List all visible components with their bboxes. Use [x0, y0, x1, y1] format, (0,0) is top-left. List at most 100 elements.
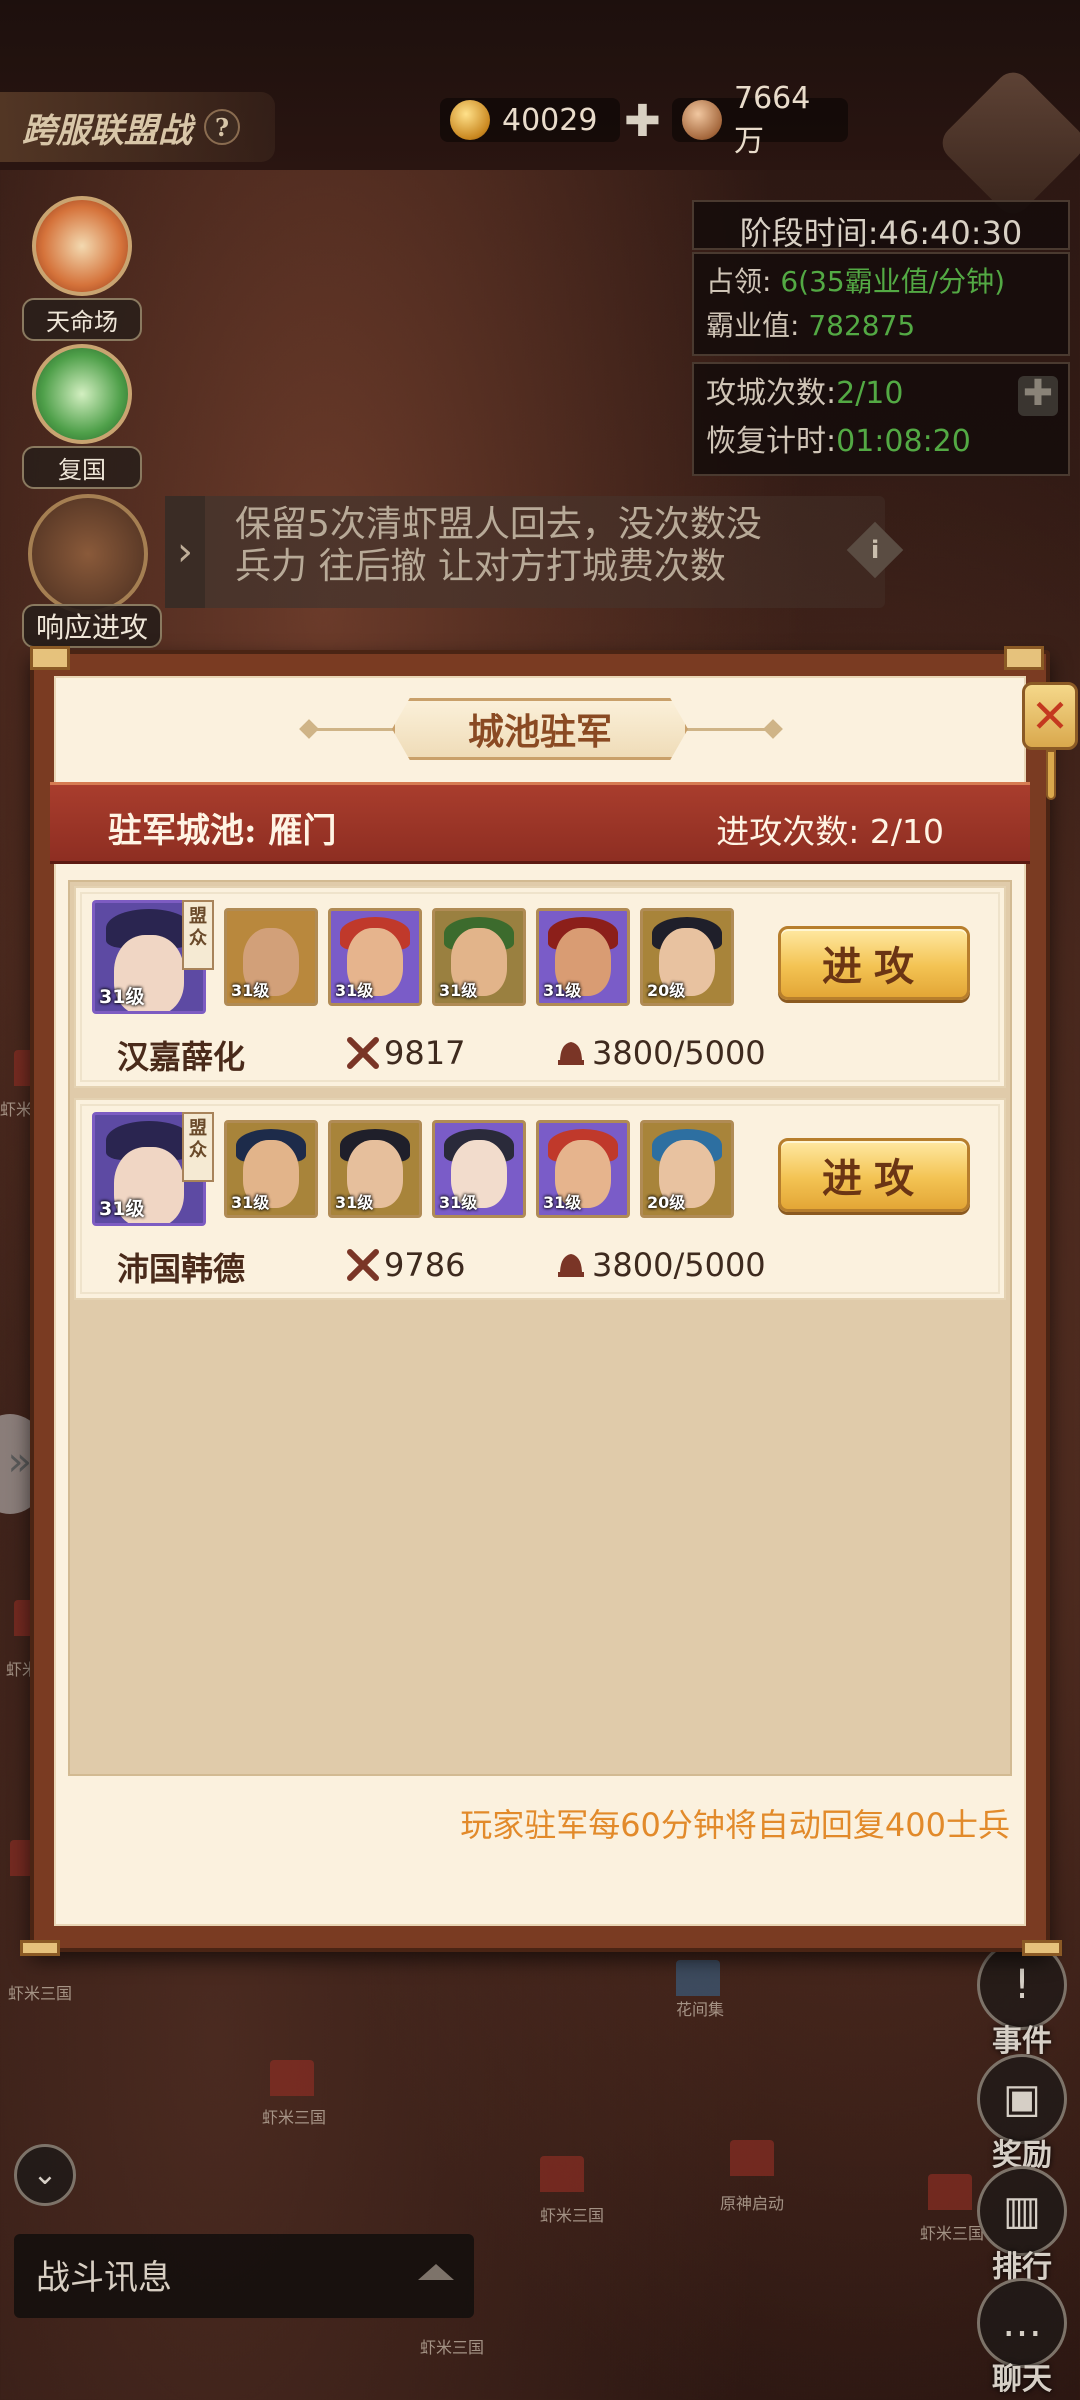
- city-info-band: 驻军城池: 雁门 进攻次数: 2/10: [50, 782, 1030, 864]
- help-button[interactable]: ?: [204, 109, 240, 145]
- combat-power: 9786: [346, 1246, 465, 1284]
- copper-counter: 7664万: [672, 81, 848, 159]
- corner-ornament: [30, 646, 70, 670]
- occupy-panel: 占领: 6(35霸业值/分钟) 霸业值: 782875: [692, 252, 1070, 356]
- map-city-label: 虾米三国: [540, 2206, 605, 2225]
- close-button-ribbon: [1046, 750, 1056, 800]
- hero-portrait[interactable]: 31级: [328, 908, 422, 1006]
- attack-times: 进攻次数: 2/10: [716, 812, 944, 851]
- phase-time: 阶段时间:46:40:30: [692, 200, 1070, 252]
- hero-portrait[interactable]: 31级: [328, 1120, 422, 1218]
- map-city-label: 虾米三国: [420, 2338, 485, 2357]
- helmet-icon: [558, 1042, 584, 1065]
- dialog-title: 城池驻军: [392, 698, 688, 760]
- hero-portrait[interactable]: 31级: [432, 908, 526, 1006]
- occupy-label: 占领:: [706, 265, 772, 298]
- attack-count-label: 攻城次数:: [706, 376, 837, 411]
- respond-attack-label[interactable]: 响应进攻: [22, 604, 162, 648]
- hero-portrait[interactable]: 31级: [432, 1120, 526, 1218]
- map-city-label: 花间集: [676, 2000, 725, 2019]
- hero-level: 31级: [543, 981, 582, 1000]
- hero-level: 31级: [231, 1193, 270, 1212]
- hero-level: 31级: [231, 981, 270, 1000]
- garrison-row: 31级 盟众 31级 31级 31级 31级 20级 进攻 汉嘉薛化 9817: [74, 886, 1006, 1088]
- corner-ornament: [1004, 646, 1044, 670]
- map-city[interactable]: [730, 2140, 774, 2176]
- troops-value: 3800/5000: [592, 1034, 766, 1072]
- hero-portrait[interactable]: 31级: [224, 1120, 318, 1218]
- map-city[interactable]: [928, 2174, 972, 2210]
- hero-level: 31级: [99, 986, 145, 1008]
- respond-attack-icon[interactable]: [28, 494, 148, 614]
- player-name: 汉嘉薛化: [116, 1038, 245, 1076]
- recovery-note: 玩家驻军每60分钟将自动回复400士兵: [460, 1806, 1010, 1844]
- helmet-icon: [558, 1254, 584, 1277]
- gold-ingot-icon: [450, 100, 490, 140]
- gold-counter: 40029: [440, 98, 620, 142]
- battle-info-bar[interactable]: 战斗讯息: [14, 2234, 474, 2318]
- attack-count-value: 2/10: [836, 376, 904, 411]
- nav-ranking[interactable]: ▥ 排行: [972, 2166, 1072, 2286]
- recover-label: 恢复计时:: [706, 424, 837, 459]
- hero-level: 31级: [543, 1193, 582, 1212]
- copper-amount: 7664万: [734, 80, 811, 159]
- map-city[interactable]: [540, 2156, 584, 2192]
- troop-count: 3800/5000: [554, 1034, 766, 1072]
- alliance-badge: 盟众: [182, 1112, 214, 1182]
- hero-level: 31级: [99, 1198, 145, 1220]
- crossed-swords-icon: [347, 1037, 379, 1069]
- close-icon: ✕: [1030, 689, 1070, 743]
- map-city-label: 虾米三国: [262, 2108, 327, 2127]
- map-city[interactable]: [270, 2060, 314, 2096]
- fate-arena-label: 天命场: [22, 298, 142, 341]
- score-value: 782875: [808, 309, 916, 342]
- power-value: 9817: [384, 1034, 466, 1072]
- collapse-chevron-icon[interactable]: ⌄: [14, 2144, 76, 2206]
- event-title: 跨服联盟战: [22, 110, 192, 151]
- restore-label: 复国: [22, 446, 142, 489]
- hero-portrait[interactable]: 31级: [536, 908, 630, 1006]
- power-value: 9786: [384, 1246, 466, 1284]
- notice-expand-arrow-icon[interactable]: ›: [165, 496, 205, 608]
- hero-portrait[interactable]: 31级: [224, 908, 318, 1006]
- troop-count: 3800/5000: [554, 1246, 766, 1284]
- hero-level: 20级: [647, 1193, 686, 1212]
- alliance-badge: 盟众: [182, 900, 214, 970]
- player-name: 沛国韩德: [116, 1250, 245, 1288]
- close-button[interactable]: ✕: [1022, 682, 1078, 750]
- fate-arena-icon: [32, 196, 132, 296]
- hero-level: 31级: [335, 981, 374, 1000]
- map-city-label: 原神启动: [720, 2194, 785, 2213]
- hero-level: 20级: [647, 981, 686, 1000]
- nav-events[interactable]: ! 事件: [972, 1940, 1072, 2060]
- hero-level: 31级: [439, 1193, 478, 1212]
- occupy-value: 6(35霸业值/分钟): [780, 265, 1006, 298]
- hero-level: 31级: [335, 1193, 374, 1212]
- add-currency-button[interactable]: ✚: [624, 96, 661, 147]
- hero-portrait[interactable]: 20级: [640, 1120, 734, 1218]
- side-icon-fate-arena[interactable]: 天命场: [22, 196, 142, 341]
- nav-chat-label: 聊天: [992, 2362, 1052, 2397]
- hero-portrait[interactable]: 20级: [640, 908, 734, 1006]
- restore-icon: [32, 344, 132, 444]
- event-title-plate: 跨服联盟战 ?: [0, 92, 275, 162]
- hero-level: 31级: [439, 981, 478, 1000]
- hero-portrait[interactable]: 31级: [536, 1120, 630, 1218]
- notice-line-2: 兵力 往后撤 让对方打城费次数: [235, 546, 726, 587]
- troops-value: 3800/5000: [592, 1246, 766, 1284]
- crossed-swords-icon: [347, 1249, 379, 1281]
- attack-button[interactable]: 进攻: [778, 926, 970, 1000]
- garrison-row: 31级 盟众 31级 31级 31级 31级 20级 进攻 沛国韩德 9786: [74, 1098, 1006, 1300]
- recover-value: 01:08:20: [836, 424, 971, 459]
- side-icon-restore[interactable]: 复国: [22, 344, 142, 489]
- buy-attack-plus-button[interactable]: ✚: [1018, 376, 1058, 416]
- attack-button[interactable]: 进攻: [778, 1138, 970, 1212]
- nav-chat[interactable]: … 聊天: [972, 2278, 1072, 2398]
- nav-rewards[interactable]: ▣ 奖励: [972, 2054, 1072, 2174]
- corner-ornament: [20, 1940, 60, 1956]
- map-city-label: 虾米三国: [8, 1984, 73, 2003]
- expand-up-icon: [418, 2264, 454, 2280]
- map-city[interactable]: [676, 1960, 720, 1996]
- corner-ornament: [1022, 1940, 1062, 1956]
- garrison-city: 驻军城池: 雁门: [108, 811, 337, 851]
